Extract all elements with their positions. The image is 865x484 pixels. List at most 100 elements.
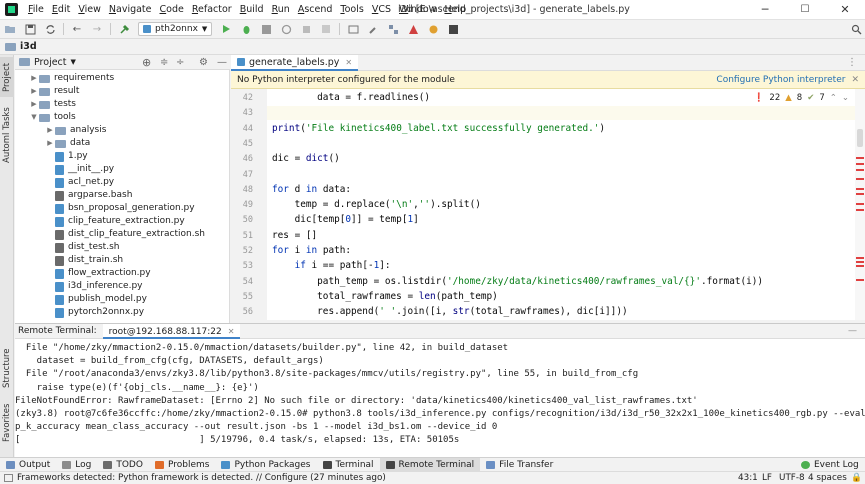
error-marker[interactable] <box>856 157 864 159</box>
settings-wrench-icon[interactable] <box>365 22 381 37</box>
project-panel-title[interactable]: Project <box>34 57 67 68</box>
close-tab-icon[interactable]: ✕ <box>228 327 235 336</box>
code-line[interactable]: for i in path: <box>267 244 351 258</box>
tree-folder[interactable]: ▶ result <box>29 85 79 98</box>
structure-tool-tab[interactable]: Structure <box>0 345 14 391</box>
menu-refactor[interactable]: Refactor <box>188 0 236 20</box>
tree-folder[interactable]: ▼ tools <box>29 111 75 124</box>
chevron-down-icon[interactable]: ▼ <box>29 111 39 124</box>
hide-panel-icon[interactable]: — <box>217 57 227 68</box>
menu-tools[interactable]: Tools <box>336 0 367 20</box>
run-icon[interactable] <box>218 22 234 37</box>
tool-tab-python-packages[interactable]: Python Packages <box>215 458 316 472</box>
error-marker[interactable] <box>856 163 864 165</box>
stop-icon[interactable] <box>318 22 334 37</box>
error-marker[interactable] <box>856 257 864 259</box>
chevron-down-icon[interactable]: ▼ <box>71 58 76 66</box>
project-structure-icon[interactable] <box>385 22 401 37</box>
vcs-update-icon[interactable] <box>345 22 361 37</box>
error-marker[interactable] <box>856 203 864 205</box>
tool-tab-terminal[interactable]: Terminal <box>317 458 380 472</box>
chevron-right-icon[interactable]: ▶ <box>29 98 39 111</box>
sync-icon[interactable] <box>42 22 58 37</box>
tool-tab-file-transfer[interactable]: File Transfer <box>480 458 559 472</box>
automl-tasks-tool-tab[interactable]: Automl Tasks <box>0 105 14 165</box>
close-tab-icon[interactable]: ✕ <box>345 58 352 67</box>
minimize-button[interactable]: ─ <box>745 0 785 20</box>
terminal-output[interactable]: File "/home/zky/mmaction2-0.15.0/mmactio… <box>15 339 865 457</box>
code-line[interactable] <box>267 168 272 182</box>
error-marker[interactable] <box>856 178 864 180</box>
code-line[interactable]: if i == path[-1]: <box>267 259 391 273</box>
back-arrow-icon[interactable]: ← <box>69 22 85 37</box>
close-icon[interactable]: ✕ <box>851 75 859 85</box>
tree-file[interactable]: dist_test.sh <box>45 241 119 254</box>
terminal-session-tab[interactable]: root@192.168.88.117:22 ✕ <box>102 323 241 339</box>
lock-icon[interactable]: 🔒 <box>851 473 862 483</box>
menu-edit[interactable]: Edit <box>48 0 74 20</box>
tree-file[interactable]: bsn_proposal_generation.py <box>45 202 195 215</box>
gear-icon[interactable]: ⚙ <box>199 57 208 68</box>
tree-file[interactable]: argparse.bash <box>45 189 132 202</box>
tool-tab-remote-terminal[interactable]: Remote Terminal <box>379 457 481 472</box>
status-message[interactable]: Frameworks detected: Python framework is… <box>17 473 386 483</box>
debug-icon[interactable] <box>238 22 254 37</box>
code-line[interactable]: data = f.readlines() <box>267 91 430 105</box>
caret-position[interactable]: 43:1 <box>738 473 758 483</box>
menu-ascend[interactable]: Ascend <box>294 0 337 20</box>
hide-panel-icon[interactable]: — <box>848 326 857 336</box>
event-log-button[interactable]: Event Log <box>795 458 865 472</box>
menu-view[interactable]: View <box>74 0 105 20</box>
chevron-right-icon[interactable]: ▶ <box>45 124 55 137</box>
menu-code[interactable]: Code <box>156 0 188 20</box>
tree-file[interactable]: flow_extraction.py <box>45 267 151 280</box>
tree-file[interactable]: __init__.py <box>45 163 114 176</box>
project-tool-tab[interactable]: Project <box>0 57 14 97</box>
inspection-widget[interactable]: ❗ 22 ▲ 8 ✔ 7 ⌃ ⌄ <box>754 93 849 103</box>
code-editor[interactable]: ❗ 22 ▲ 8 ✔ 7 ⌃ ⌄ data = f.readlines() print(… <box>267 89 855 320</box>
tree-file[interactable]: publish_model.py <box>45 293 147 306</box>
code-line[interactable]: path_temp = os.listdir('/home/zky/data/k… <box>267 275 763 289</box>
model-icon[interactable] <box>425 22 441 37</box>
chevron-right-icon[interactable]: ▶ <box>45 137 55 150</box>
menu-navigate[interactable]: Navigate <box>105 0 156 20</box>
open-folder-icon[interactable] <box>2 22 18 37</box>
error-marker[interactable] <box>856 261 864 263</box>
chevron-right-icon[interactable]: ▶ <box>29 85 39 98</box>
expand-all-icon[interactable]: ≑ <box>160 57 168 68</box>
forward-arrow-icon[interactable]: → <box>89 22 105 37</box>
ascend-icon[interactable] <box>405 22 421 37</box>
error-marker[interactable] <box>856 193 864 195</box>
build-hammer-icon[interactable] <box>116 22 132 37</box>
terminal-icon[interactable] <box>445 22 461 37</box>
tree-folder[interactable]: ▶ requirements <box>29 72 114 85</box>
tree-file[interactable]: acl_net.py <box>45 176 114 189</box>
tree-file[interactable]: dist_train.sh <box>45 254 123 267</box>
tree-folder[interactable]: ▶ data <box>45 137 90 150</box>
chevron-right-icon[interactable]: ▶ <box>29 72 39 85</box>
editor-scrollbar[interactable] <box>855 89 865 320</box>
tool-tab-output[interactable]: Output <box>0 458 56 472</box>
search-icon[interactable] <box>848 22 864 37</box>
more-tabs-icon[interactable]: ⋮ <box>847 57 857 68</box>
error-marker[interactable] <box>856 188 864 190</box>
file-encoding[interactable]: UTF-8 <box>779 473 805 483</box>
line-separator[interactable]: LF <box>762 473 772 483</box>
code-line[interactable] <box>267 137 272 151</box>
error-marker[interactable] <box>856 279 864 281</box>
favorites-tool-tab[interactable]: Favorites <box>0 400 14 446</box>
code-line[interactable]: dic = dict() <box>267 152 340 166</box>
menu-file[interactable]: File <box>24 0 48 20</box>
error-marker[interactable] <box>856 265 864 267</box>
maximize-button[interactable]: ☐ <box>785 0 825 20</box>
tool-tab-log[interactable]: Log <box>56 458 97 472</box>
attach-icon[interactable] <box>298 22 314 37</box>
chevron-down-icon[interactable]: ⌄ <box>842 93 849 103</box>
code-line[interactable]: res = [] <box>267 229 317 243</box>
code-line[interactable] <box>267 106 855 121</box>
profile-icon[interactable] <box>278 22 294 37</box>
locate-target-icon[interactable]: ⊕ <box>142 56 151 69</box>
code-line[interactable]: res.append(' '.join([i, str(total_rawfra… <box>267 305 627 319</box>
menu-build[interactable]: Build <box>236 0 268 20</box>
tree-folder[interactable]: ▶ analysis <box>45 124 106 137</box>
